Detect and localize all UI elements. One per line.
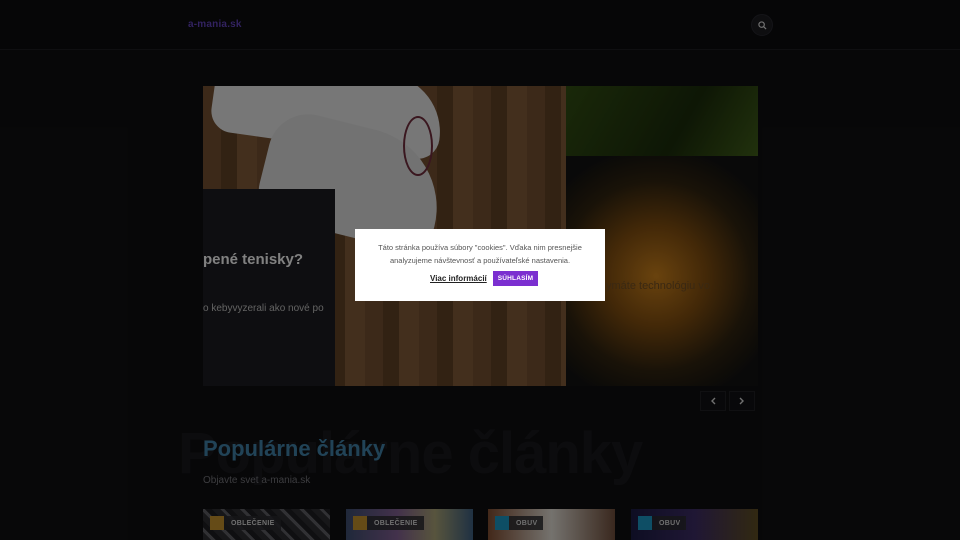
cookie-consent-dialog: Táto stránka používa súbory "cookies". V… [355,229,605,301]
cookie-more-info-link[interactable]: Viac informácií [430,274,487,283]
cookie-accept-button[interactable]: SÚHLASÍM [493,271,538,286]
cookie-message: Táto stránka používa súbory "cookies". V… [378,243,582,265]
